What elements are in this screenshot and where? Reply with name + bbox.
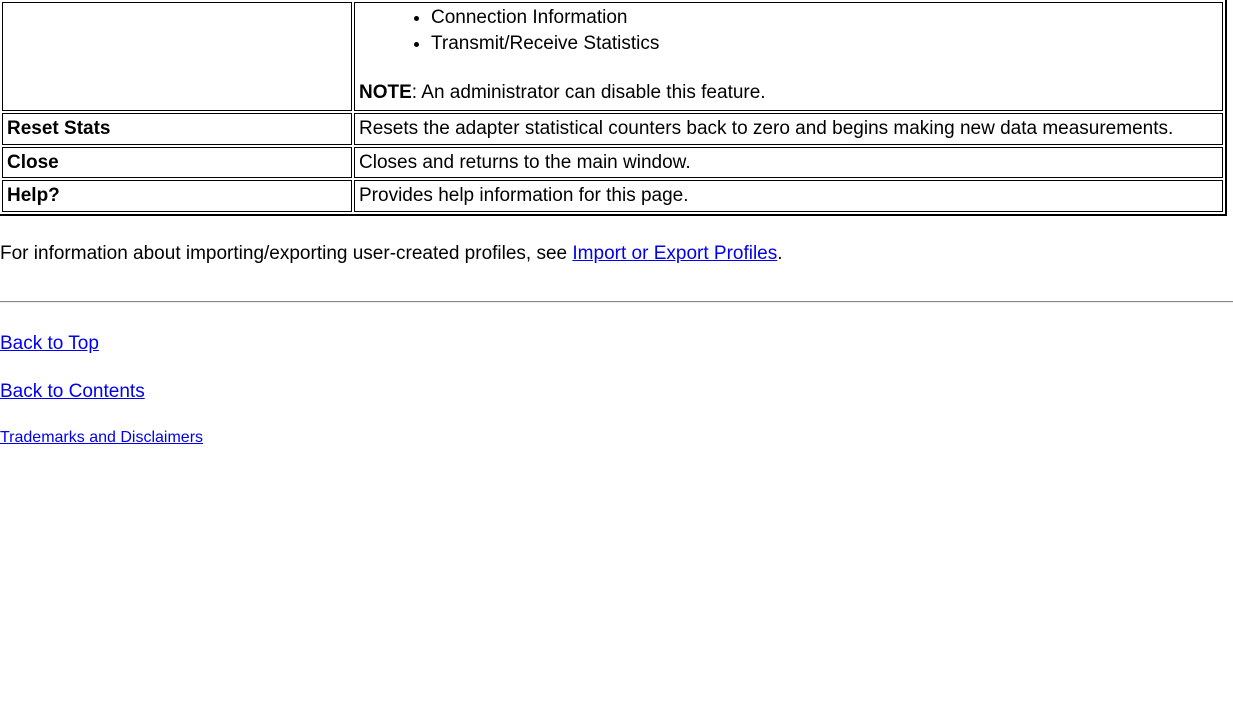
back-to-contents-wrapper: Back to Contents (0, 381, 1233, 403)
row0-right: Connection Information Transmit/Receive … (354, 2, 1223, 111)
trademarks-wrapper: Trademarks and Disclaimers (0, 429, 1233, 447)
row3-left: Help? (2, 180, 352, 212)
trademarks-link[interactable]: Trademarks and Disclaimers (0, 429, 203, 446)
table-row: Connection Information Transmit/Receive … (2, 2, 1223, 111)
back-to-top-link[interactable]: Back to Top (0, 333, 99, 354)
row0-bullet-list: Connection Information Transmit/Receive … (359, 5, 1218, 56)
back-to-contents-link[interactable]: Back to Contents (0, 381, 145, 402)
note-text: : An administrator can disable this feat… (412, 82, 766, 103)
row2-left: Close (2, 147, 352, 179)
row1-left: Reset Stats (2, 113, 352, 145)
paragraph-pre: For information about importing/exportin… (0, 243, 572, 264)
list-item: Transmit/Receive Statistics (431, 31, 1218, 57)
back-to-top-wrapper: Back to Top (0, 333, 1233, 355)
import-export-paragraph: For information about importing/exportin… (0, 240, 1233, 268)
row0-left-blank (2, 2, 352, 111)
import-export-link[interactable]: Import or Export Profiles (572, 243, 777, 264)
row2-right: Closes and returns to the main window. (354, 147, 1223, 179)
note-line: NOTE: An administrator can disable this … (359, 80, 1218, 106)
paragraph-post: . (777, 243, 782, 264)
table-row: Close Closes and returns to the main win… (2, 147, 1223, 179)
row1-right: Resets the adapter statistical counters … (354, 113, 1223, 145)
row3-right: Provides help information for this page. (354, 180, 1223, 212)
table-row: Help? Provides help information for this… (2, 180, 1223, 212)
table-row: Reset Stats Resets the adapter statistic… (2, 113, 1223, 145)
note-label: NOTE (359, 82, 412, 103)
list-item: Connection Information (431, 5, 1218, 31)
feature-table: Connection Information Transmit/Receive … (0, 0, 1227, 216)
divider (0, 301, 1233, 303)
